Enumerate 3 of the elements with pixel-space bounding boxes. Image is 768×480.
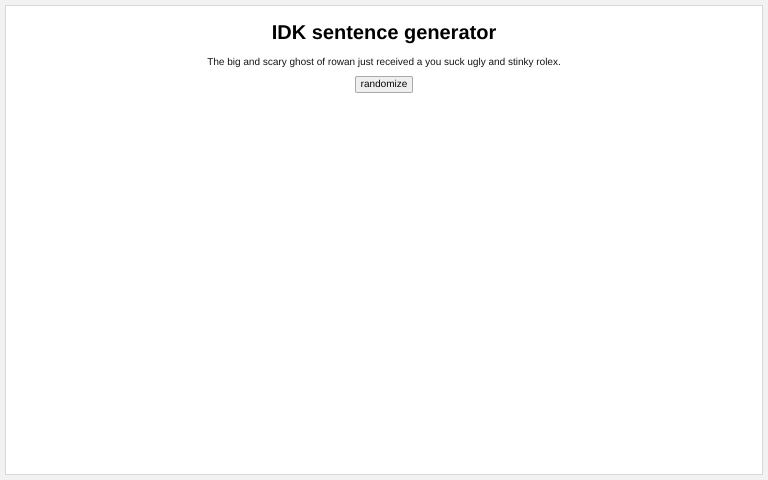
randomize-button[interactable]: randomize xyxy=(354,76,414,93)
generated-sentence: The big and scary ghost of rowan just received a you suck ugly and stinky rolex. xyxy=(207,57,561,68)
page-title: IDK sentence generator xyxy=(272,22,496,45)
